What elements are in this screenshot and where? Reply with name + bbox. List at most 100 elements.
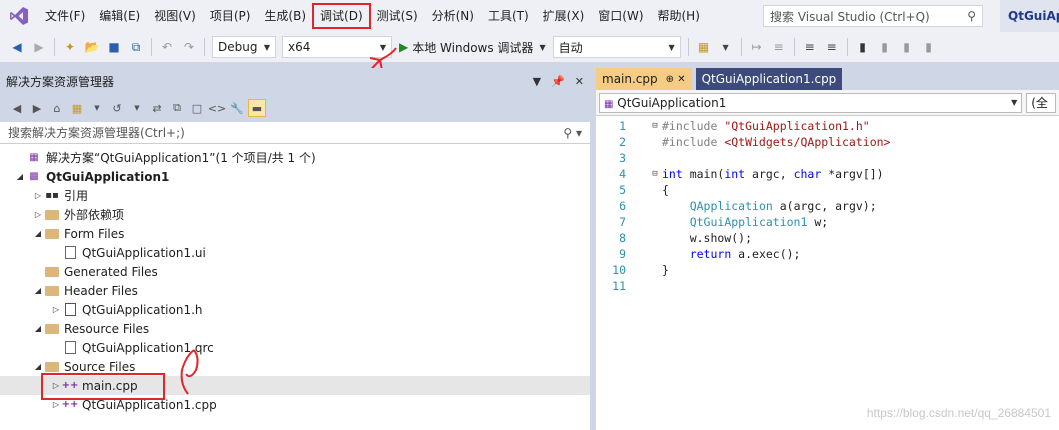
bookmark-icon[interactable]: ▮ [854,38,872,56]
navigation-bar: ▦ QtGuiApplication1 ▼ (全 [596,90,1059,116]
tree-node[interactable]: ▷ 外部依赖项 [0,205,590,224]
back-icon[interactable]: ◀ [8,99,26,117]
tree-node[interactable]: ◢ Resource Files [0,319,590,338]
menu-item[interactable]: 文件(F) [38,4,92,28]
menu-item[interactable]: 项目(P) [203,4,258,28]
new-project-icon[interactable]: ✦ [61,38,79,56]
tree-node[interactable]: QtGuiApplication1.ui [0,243,590,262]
code-text: QApplication a(argc, argv); [689,199,877,213]
pin-icon[interactable]: 📌 [551,75,565,88]
switch-views-icon[interactable]: ▦ [68,99,86,117]
code-line[interactable]: 3 [596,150,1059,166]
forward-icon[interactable]: ▶ [28,99,46,117]
code-area[interactable]: 1 ⊟ #include "QtGuiApplication1.h" 2 #includ… [596,116,1059,294]
pending-changes-icon[interactable]: ↺ [108,99,126,117]
collapsed-arrow-icon[interactable]: ▷ [32,210,44,219]
menu-item[interactable]: 测试(S) [370,4,425,28]
tree-node[interactable]: QtGuiApplication1.qrc [0,338,590,357]
menu-item[interactable]: 编辑(E) [92,4,147,28]
visual-studio-logo-icon[interactable] [0,0,38,32]
solution-explorer-title-bar: 解决方案资源管理器 ▼ 📌 ✕ [0,68,590,94]
expanded-arrow-icon[interactable]: ◢ [32,286,44,295]
line-number: 11 [612,279,626,293]
open-file-icon[interactable]: 📂 [83,38,101,56]
line-number: 8 [619,231,626,245]
tree-node[interactable]: ▷ ▪▪ 引用 [0,186,590,205]
uncomment-icon[interactable]: ≡ [823,38,841,56]
tree-node[interactable]: ◢ Header Files [0,281,590,300]
pin-icon[interactable]: ⊕ ✕ [666,74,686,85]
expanded-arrow-icon[interactable]: ◢ [32,229,44,238]
save-all-icon[interactable]: ⧉ [127,38,145,56]
collapse-all-icon[interactable]: ⧉ [168,99,186,117]
scope-dropdown[interactable]: ▦ QtGuiApplication1 ▼ [599,92,1023,113]
next-bookmark-icon[interactable]: ▮ [898,38,916,56]
tree-node[interactable]: ▦ 解决方案“QtGuiApplication1”(1 个项目/共 1 个) [0,148,590,167]
tree-node[interactable]: Generated Files [0,262,590,281]
home-icon[interactable]: ⌂ [48,99,66,117]
code-line[interactable]: 2 #include <QtWidgets/QApplication> [596,134,1059,150]
view-code-icon[interactable]: <> [208,99,226,117]
solution-explorer-search[interactable]: 搜索解决方案资源管理器(Ctrl+;) ⚲ ▾ [0,122,590,144]
code-line[interactable]: 9 return a.exec(); [596,246,1059,262]
members-dropdown[interactable]: (全 [1026,92,1056,113]
browser-link-icon[interactable]: ▦ [695,38,713,56]
navigate-forward-icon[interactable]: ▶ [30,38,48,56]
save-icon[interactable]: ■ [105,38,123,56]
comment-icon[interactable]: ≡ [801,38,819,56]
tree-node[interactable]: ▷ QtGuiApplication1.h [0,300,590,319]
vs-search-box[interactable]: 搜索 Visual Studio (Ctrl+Q) ⚲ [763,5,983,27]
collapsed-arrow-icon[interactable]: ▷ [32,191,44,200]
code-line[interactable]: 8 w.show(); [596,230,1059,246]
code-line[interactable]: 6 QApplication a(argc, argv); [596,198,1059,214]
tree-node[interactable]: ◢ ▩ QtGuiApplication1 [0,167,590,186]
code-line[interactable]: 7 QtGuiApplication1 w; [596,214,1059,230]
menu-item[interactable]: 扩展(X) [536,4,592,28]
auto-dropdown[interactable]: 自动 ▼ [552,36,681,58]
tree-node-label: Generated Files [64,264,158,279]
expanded-arrow-icon[interactable]: ◢ [32,324,44,333]
code-line[interactable]: 10} [596,262,1059,278]
fold-toggle-icon[interactable]: ⊟ [648,169,662,179]
start-debugging-button[interactable]: ▶ 本地 Windows 调试器 ▼ [399,39,546,56]
properties-wrench-icon[interactable]: 🔧 [228,99,246,117]
indent-icon[interactable]: ≡ [770,38,788,56]
configuration-value: Debug [218,40,258,54]
dropdown-arrow-icon[interactable]: ▼ [88,99,106,117]
close-icon[interactable]: ✕ [575,75,584,88]
tab-active[interactable]: main.cpp ⊕ ✕ [596,68,692,90]
expanded-arrow-icon[interactable]: ◢ [32,362,44,371]
window-position-icon[interactable]: ▼ [533,75,541,88]
collapsed-arrow-icon[interactable]: ▷ [50,305,62,314]
code-line[interactable]: 11 [596,278,1059,294]
configuration-dropdown[interactable]: Debug ▼ [212,36,276,58]
menu-item[interactable]: 帮助(H) [651,4,707,28]
tree-node[interactable]: ◢ Form Files [0,224,590,243]
menu-item[interactable]: 分析(N) [425,4,481,28]
menu-item[interactable]: 调试(D) [312,3,371,29]
prev-bookmark-icon[interactable]: ▮ [876,38,894,56]
menu-item[interactable]: 窗口(W) [591,4,650,28]
expanded-arrow-icon[interactable]: ◢ [14,172,26,181]
preview-selected-icon[interactable]: ▬ [248,99,266,117]
clear-bookmarks-icon[interactable]: ▮ [920,38,938,56]
show-all-files-icon[interactable]: □ [188,99,206,117]
sync-icon[interactable]: ⇄ [148,99,166,117]
menu-item[interactable]: 生成(B) [257,4,313,28]
fold-toggle-icon[interactable]: ⊟ [648,121,662,131]
menu-item[interactable]: 视图(V) [147,4,203,28]
code-line[interactable]: 1 ⊟ #include "QtGuiApplication1.h" [596,118,1059,134]
app-title: QtGuiAp [1000,0,1059,32]
dropdown-arrow-icon[interactable]: ▼ [717,38,735,56]
menu-item[interactable]: 工具(T) [481,4,536,28]
code-line[interactable]: 5{ [596,182,1059,198]
navigate-back-icon[interactable]: ◀ [8,38,26,56]
tab-inactive[interactable]: QtGuiApplication1.cpp [695,68,843,90]
collapsed-arrow-icon[interactable]: ▷ [50,400,62,409]
toolbar-separator [204,38,205,56]
code-line[interactable]: 4 ⊟ int main(int argc, char *argv[]) [596,166,1059,182]
step-icon[interactable]: ↦ [748,38,766,56]
redo-icon[interactable]: ↷ [180,38,198,56]
undo-icon[interactable]: ↶ [158,38,176,56]
dropdown-arrow-icon[interactable]: ▼ [128,99,146,117]
